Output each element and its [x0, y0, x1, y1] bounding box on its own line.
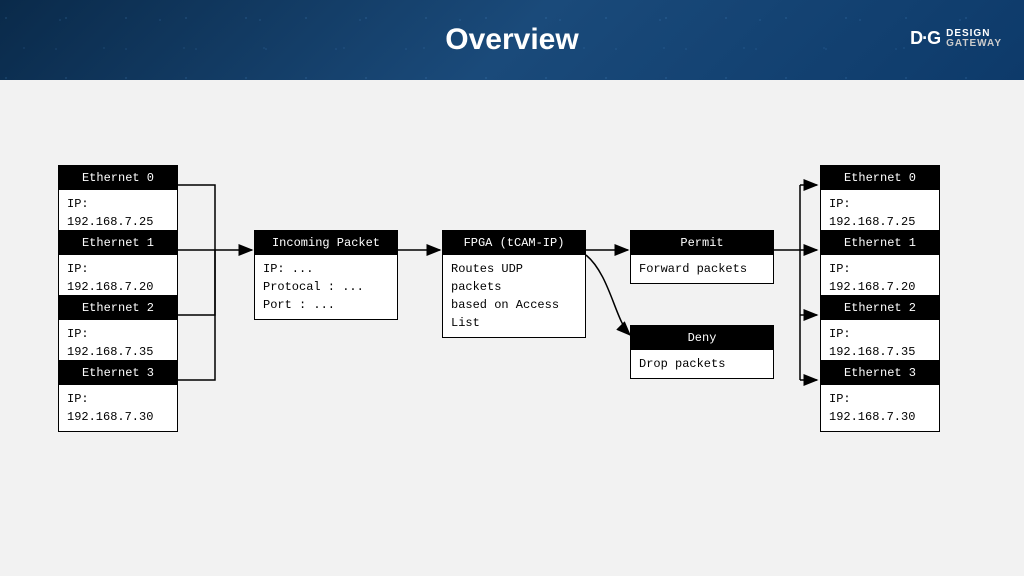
page-title: Overview — [445, 23, 578, 57]
logo-mark: D·G — [910, 28, 940, 49]
logo-text: DESIGN GATEWAY — [946, 29, 1002, 49]
eth-in-3: Ethernet 3 IP: 192.168.7.30 — [58, 360, 178, 432]
incoming-packet: Incoming Packet IP: ... Protocal : ... P… — [254, 230, 398, 320]
deny-body: Drop packets — [631, 350, 773, 378]
eth-in-0-title: Ethernet 0 — [59, 166, 177, 190]
eth-in-2-title: Ethernet 2 — [59, 296, 177, 320]
fpga: FPGA (tCAM-IP) Routes UDP packets based … — [442, 230, 586, 338]
eth-in-1-title: Ethernet 1 — [59, 231, 177, 255]
header-banner: Overview D·G DESIGN GATEWAY — [0, 0, 1024, 80]
deny: Deny Drop packets — [630, 325, 774, 379]
eth-out-0-title: Ethernet 0 — [821, 166, 939, 190]
diagram-canvas: Ethernet 0 IP: 192.168.7.25 Ethernet 1 I… — [0, 80, 1024, 576]
fpga-title: FPGA (tCAM-IP) — [443, 231, 585, 255]
eth-out-1-title: Ethernet 1 — [821, 231, 939, 255]
eth-out-3: Ethernet 3 IP: 192.168.7.30 — [820, 360, 940, 432]
eth-out-3-title: Ethernet 3 — [821, 361, 939, 385]
eth-out-1: Ethernet 1 IP: 192.168.7.20 — [820, 230, 940, 302]
logo: D·G DESIGN GATEWAY — [910, 28, 1002, 49]
eth-in-0: Ethernet 0 IP: 192.168.7.25 — [58, 165, 178, 237]
eth-in-1: Ethernet 1 IP: 192.168.7.20 — [58, 230, 178, 302]
fpga-body: Routes UDP packets based on Access List — [443, 255, 585, 337]
permit-title: Permit — [631, 231, 773, 255]
permit-body: Forward packets — [631, 255, 773, 283]
eth-out-3-body: IP: 192.168.7.30 — [821, 385, 939, 431]
deny-title: Deny — [631, 326, 773, 350]
permit: Permit Forward packets — [630, 230, 774, 284]
incoming-body: IP: ... Protocal : ... Port : ... — [255, 255, 397, 319]
eth-out-2-title: Ethernet 2 — [821, 296, 939, 320]
incoming-title: Incoming Packet — [255, 231, 397, 255]
eth-out-2: Ethernet 2 IP: 192.168.7.35 — [820, 295, 940, 367]
eth-in-2: Ethernet 2 IP: 192.168.7.35 — [58, 295, 178, 367]
eth-in-3-title: Ethernet 3 — [59, 361, 177, 385]
eth-out-0: Ethernet 0 IP: 192.168.7.25 — [820, 165, 940, 237]
eth-in-3-body: IP: 192.168.7.30 — [59, 385, 177, 431]
